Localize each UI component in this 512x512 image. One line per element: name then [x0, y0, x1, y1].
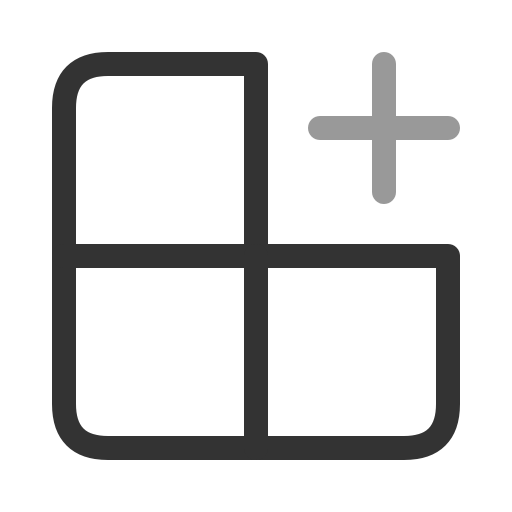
icon-canvas	[0, 0, 512, 512]
plus-icon	[308, 52, 460, 204]
add-app-icon	[52, 52, 460, 460]
